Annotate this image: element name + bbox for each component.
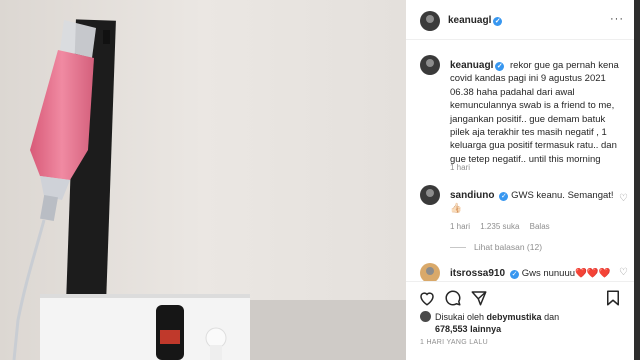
comment-meta: 1 hari 1.235 suka Balas xyxy=(450,222,558,231)
verified-badge-icon: ✓ xyxy=(510,270,520,279)
verified-badge-icon: ✓ xyxy=(495,62,505,71)
caption-text: rekor gue ga pernah kena covid kandas pa… xyxy=(450,60,619,165)
view-replies-button[interactable]: Lihat balasan (12) xyxy=(450,242,542,252)
liker-username[interactable]: debymustika xyxy=(487,312,542,322)
post-username[interactable]: keanuagl ✓ xyxy=(448,15,503,26)
verified-badge-icon: ✓ xyxy=(499,192,509,201)
comment-username[interactable]: sandiuno xyxy=(450,190,494,201)
post-side-panel: keanuagl ✓ ··· keanuagl ✓ rekor gue ga per… xyxy=(406,0,634,360)
post-photo[interactable] xyxy=(0,0,406,360)
more-options-icon[interactable]: ··· xyxy=(610,13,624,25)
post-actions: Disukai oleh debymustika dan 678,553 lai… xyxy=(406,281,634,360)
liker-avatar[interactable] xyxy=(420,311,431,322)
post-timestamp[interactable]: 1 HARI YANG LALU xyxy=(420,339,488,346)
iv-drip-image xyxy=(0,0,406,360)
caption-meta: 1 hari xyxy=(450,163,478,172)
comment-likes[interactable]: 1.235 suka xyxy=(480,222,519,231)
caption-body: keanuagl ✓ rekor gue ga pernah kena covid… xyxy=(450,59,620,166)
username-text[interactable]: keanuagl xyxy=(448,15,491,26)
avatar[interactable] xyxy=(420,263,440,281)
comment-icon[interactable] xyxy=(444,289,462,307)
share-icon[interactable] xyxy=(470,289,488,307)
divider xyxy=(450,247,466,249)
others-count-line[interactable]: 678,553 lainnya xyxy=(435,324,501,334)
avatar[interactable] xyxy=(420,185,440,205)
window-edge xyxy=(634,0,640,360)
liked-by-line: Disukai oleh debymustika dan xyxy=(420,311,559,322)
comments-section[interactable]: keanuagl ✓ rekor gue ga pernah kena covid… xyxy=(406,41,634,281)
username-text[interactable]: keanuagl xyxy=(450,60,493,71)
others-count[interactable]: 678,553 xyxy=(435,324,468,334)
comment-body: itsrossa910 ✓ Gws nunuuu❤️❤️❤️ xyxy=(450,267,620,280)
liked-by-prefix: Disukai oleh xyxy=(435,312,485,322)
others-label[interactable]: lainnya xyxy=(470,324,501,334)
instagram-post-window: keanuagl ✓ ··· keanuagl ✓ rekor gue ga per… xyxy=(0,0,640,360)
liked-by-and: dan xyxy=(544,312,560,322)
view-replies-text[interactable]: Lihat balasan (12) xyxy=(474,242,542,252)
heart-icon[interactable] xyxy=(418,289,436,307)
reply-button[interactable]: Balas xyxy=(530,222,550,231)
avatar[interactable] xyxy=(420,11,440,31)
comment-text: Gws nunuuu❤️❤️❤️ xyxy=(521,268,611,279)
comment-body: sandiuno ✓ GWS keanu. Semangat! 👍🏻 xyxy=(450,189,620,216)
comment-username[interactable]: itsrossa910 xyxy=(450,268,505,279)
caption-time[interactable]: 1 hari xyxy=(450,163,470,172)
like-comment-icon[interactable]: ♡ xyxy=(619,267,628,278)
verified-badge-icon: ✓ xyxy=(493,17,503,26)
post-header: keanuagl ✓ ··· xyxy=(406,0,634,40)
like-comment-icon[interactable]: ♡ xyxy=(619,193,628,204)
bookmark-icon[interactable] xyxy=(604,289,622,307)
avatar[interactable] xyxy=(420,55,440,75)
comment-time[interactable]: 1 hari xyxy=(450,222,470,231)
caption-username[interactable]: keanuagl ✓ xyxy=(450,60,505,71)
